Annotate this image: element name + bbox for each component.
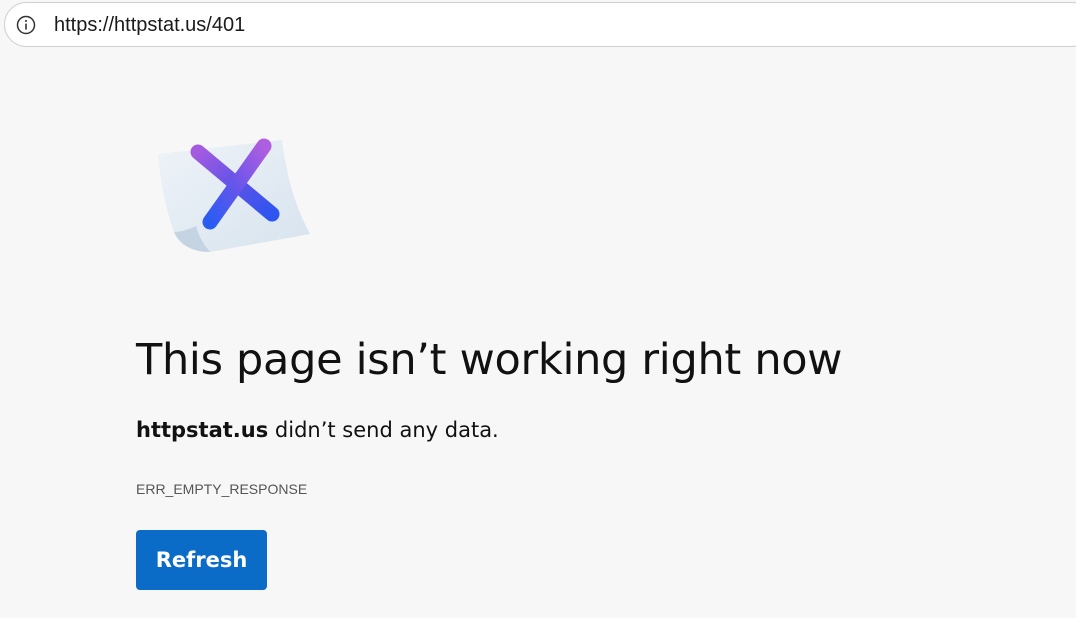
- error-message-text: didn’t send any data.: [268, 418, 499, 442]
- address-bar[interactable]: https://httpstat.us/401: [4, 2, 1076, 47]
- info-icon[interactable]: [16, 15, 36, 35]
- error-message: httpstat.us didn’t send any data.: [136, 418, 499, 442]
- error-host: httpstat.us: [136, 418, 269, 442]
- error-code: ERR_EMPTY_RESPONSE: [136, 481, 308, 497]
- page-title: This page isn’t working right now: [136, 335, 843, 385]
- refresh-button[interactable]: Refresh: [136, 530, 267, 590]
- url-text[interactable]: https://httpstat.us/401: [54, 14, 245, 37]
- error-page: https://httpstat.us/401 This page isn’t …: [0, 0, 1076, 618]
- error-x-page-icon: [150, 130, 320, 260]
